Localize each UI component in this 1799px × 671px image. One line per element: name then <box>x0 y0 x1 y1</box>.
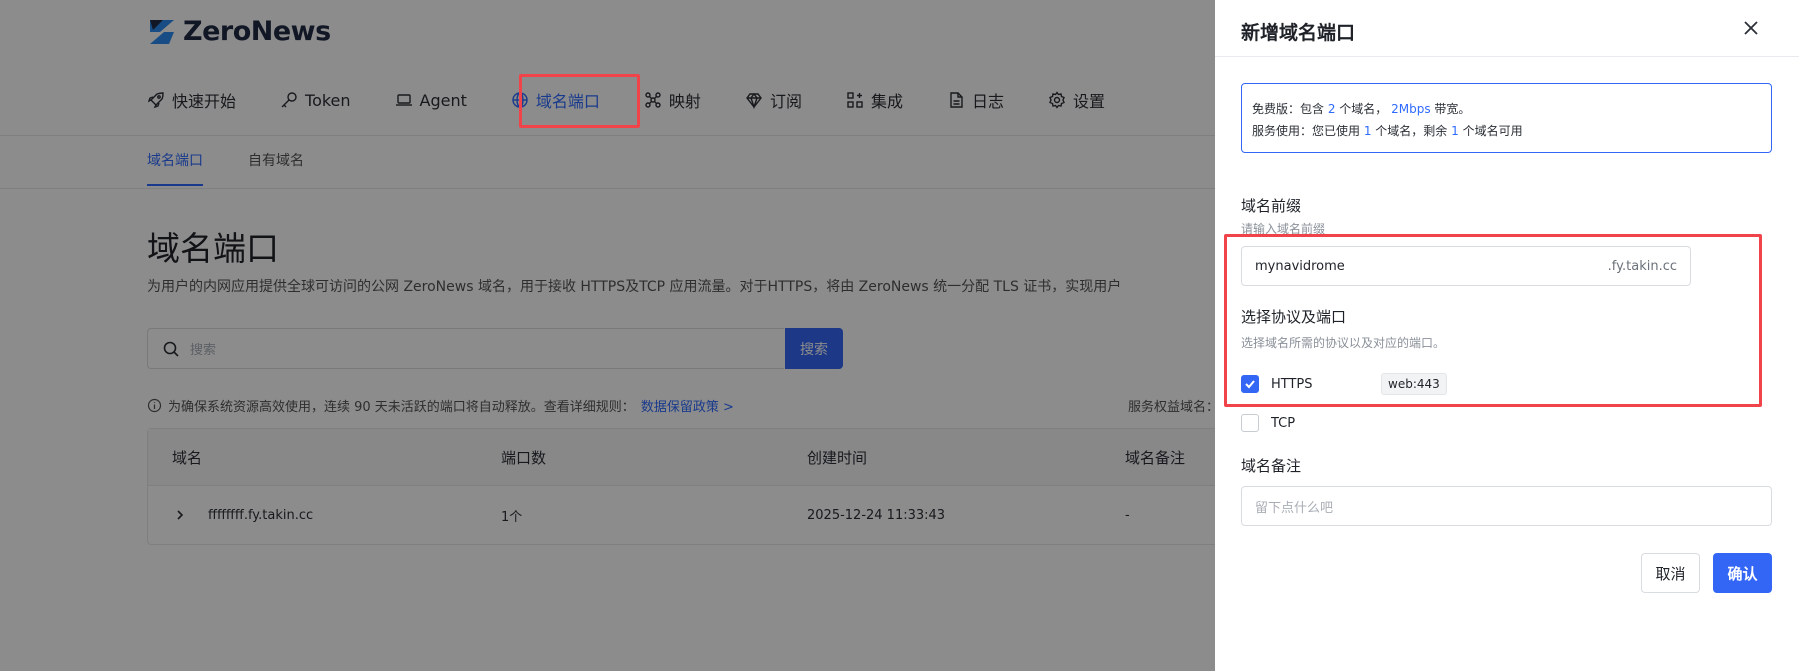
drawer-title: 新增域名端口 <box>1241 22 1356 44</box>
tcp-option[interactable]: TCP <box>1241 414 1381 432</box>
domain-prefix-input[interactable]: mynavidrome .fy.takin.cc <box>1241 246 1691 286</box>
drawer-header: 新增域名端口 <box>1215 0 1799 57</box>
protocol-label: 选择协议及端口 <box>1241 308 1347 326</box>
protocol-hint: 选择域名所需的协议以及对应的端口。 <box>1241 336 1446 350</box>
prefix-value: mynavidrome <box>1255 258 1345 274</box>
info-bandwidth: 2Mbps <box>1391 102 1431 116</box>
https-port-tag[interactable]: web:443 <box>1381 373 1447 395</box>
https-label: HTTPS <box>1271 376 1313 392</box>
close-icon[interactable] <box>1741 18 1761 38</box>
plan-info-box: 免费版：包含 2 个域名， 2Mbps 带宽。 服务使用：您已使用 1 个域名，… <box>1241 83 1772 153</box>
remark-label: 域名备注 <box>1241 457 1302 475</box>
https-checkbox[interactable] <box>1241 375 1259 393</box>
prefix-label: 域名前缀 <box>1241 197 1302 215</box>
info-text: 免费版：包含 <box>1252 102 1328 116</box>
prefix-hint: 请输入域名前缀 <box>1241 222 1326 236</box>
https-option[interactable]: HTTPS web:443 <box>1241 373 1447 395</box>
tcp-label: TCP <box>1271 415 1296 431</box>
info-text: 个域名， <box>1335 102 1392 116</box>
info-text: 个域名，剩余 <box>1371 124 1452 138</box>
cancel-button[interactable]: 取消 <box>1641 553 1700 593</box>
usage-info-line: 服务使用：您已使用 1 个域名，剩余 1 个域名可用 <box>1252 120 1761 142</box>
modal-overlay[interactable] <box>0 0 1215 671</box>
confirm-button[interactable]: 确认 <box>1713 553 1772 593</box>
prefix-suffix: .fy.takin.cc <box>1607 258 1677 274</box>
check-icon <box>1245 380 1255 389</box>
add-domain-port-drawer: 新增域名端口 免费版：包含 2 个域名， 2Mbps 带宽。 服务使用：您已使用… <box>1215 0 1799 671</box>
tcp-checkbox[interactable] <box>1241 414 1259 432</box>
info-text: 服务使用：您已使用 <box>1252 124 1364 138</box>
info-remaining-count: 1 <box>1451 124 1459 138</box>
info-text: 个域名可用 <box>1458 124 1523 138</box>
plan-info-line: 免费版：包含 2 个域名， 2Mbps 带宽。 <box>1252 98 1761 120</box>
remark-input[interactable]: 留下点什么吧 <box>1241 486 1772 526</box>
info-text: 带宽。 <box>1430 102 1471 116</box>
